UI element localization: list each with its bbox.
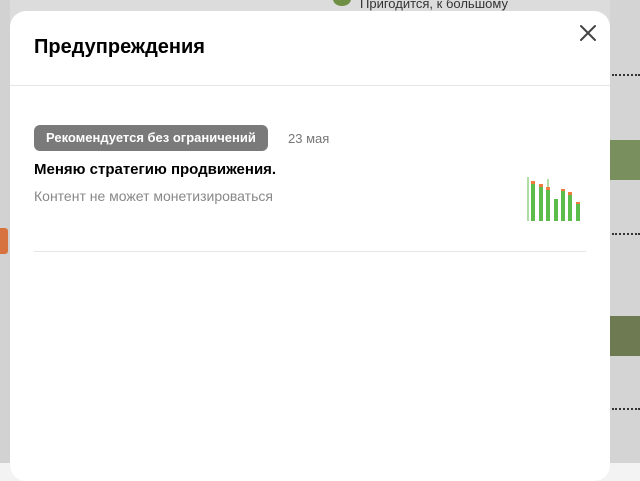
background-avatar [333, 0, 351, 6]
close-icon [580, 25, 596, 41]
warning-date: 23 мая [288, 131, 330, 146]
warning-item[interactable]: Рекомендуется без ограничений 23 мая Мен… [34, 125, 586, 252]
modal-header: Предупреждения [10, 11, 610, 86]
background-divider [612, 74, 640, 78]
warning-title[interactable]: Меняю стратегию продвижения. [34, 161, 276, 178]
close-button[interactable] [578, 23, 598, 43]
modal-title: Предупреждения [34, 36, 205, 58]
warnings-modal: Предупреждения Рекомендуется без огранич… [10, 11, 610, 481]
warning-thumbnail[interactable] [526, 175, 588, 223]
warning-subtitle: Контент не может монетизироваться [34, 188, 273, 204]
background-divider [612, 408, 640, 412]
background-thumbnail [610, 140, 640, 180]
background-thumbnail [610, 316, 640, 356]
background-orange-block [0, 228, 8, 254]
background-divider [612, 233, 640, 237]
background-right-column [610, 0, 640, 463]
background-left-column [0, 0, 10, 463]
status-badge: Рекомендуется без ограничений [34, 125, 268, 151]
chart-thumbnail-icon [527, 177, 580, 221]
background-feed-text: Пригодится, к большому [360, 0, 508, 11]
